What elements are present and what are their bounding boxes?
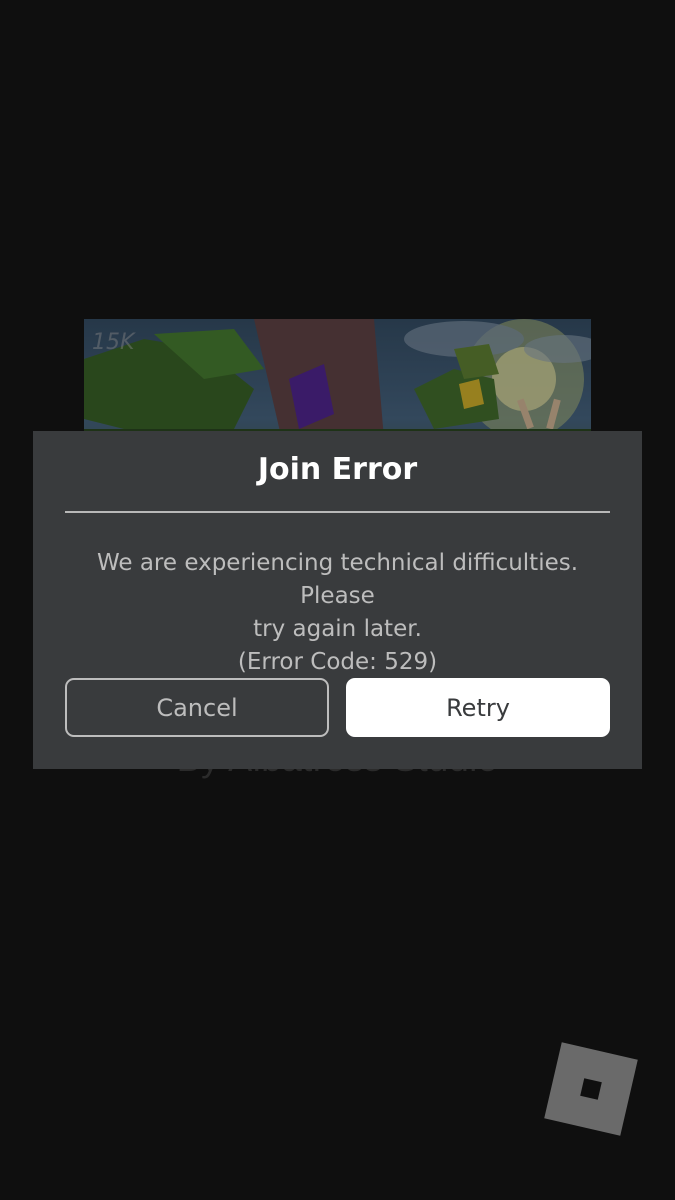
roblox-logo-hole <box>580 1078 602 1100</box>
roblox-logo-icon <box>544 1042 638 1136</box>
dialog-divider <box>65 511 610 513</box>
dialog-error-code: (Error Code: 529) <box>237 649 438 675</box>
dialog-title: Join Error <box>257 452 418 487</box>
dialog-message-line-2: try again later. <box>253 616 422 642</box>
retry-button[interactable]: Retry <box>346 678 610 737</box>
dialog-message: We are experiencing technical difficulti… <box>60 547 615 679</box>
dialog-message-line-1: We are experiencing technical difficulti… <box>96 550 579 609</box>
cancel-button[interactable]: Cancel <box>65 678 329 737</box>
game-loading-screen: 15K By Albatross Studio Join Error We ar… <box>0 0 675 1200</box>
